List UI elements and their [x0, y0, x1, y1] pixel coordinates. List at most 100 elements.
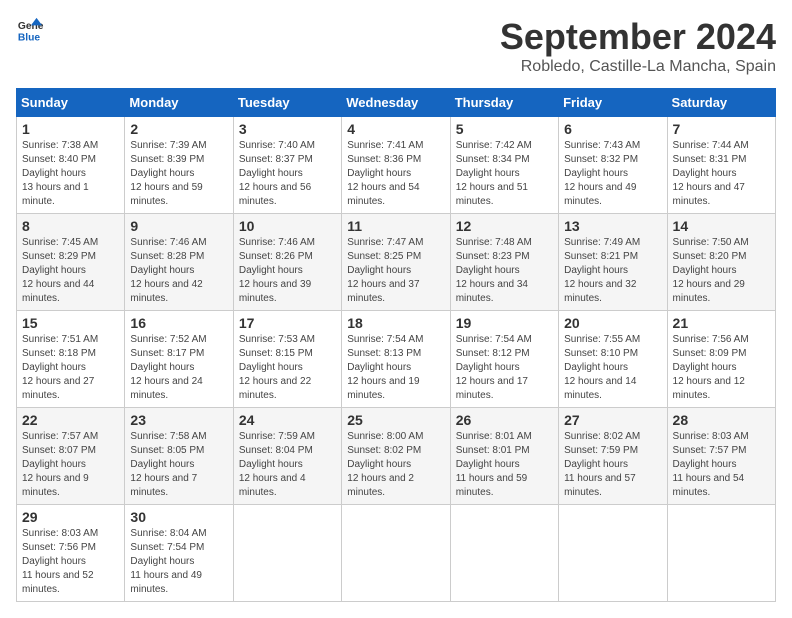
day-number: 8	[22, 218, 119, 234]
day-number: 1	[22, 121, 119, 137]
table-row: 22 Sunrise: 7:57 AM Sunset: 8:07 PM Dayl…	[17, 408, 776, 505]
list-item: 14 Sunrise: 7:50 AM Sunset: 8:20 PM Dayl…	[667, 214, 775, 311]
list-item: 17 Sunrise: 7:53 AM Sunset: 8:15 PM Dayl…	[233, 311, 341, 408]
list-item: 18 Sunrise: 7:54 AM Sunset: 8:13 PM Dayl…	[342, 311, 450, 408]
day-number: 7	[673, 121, 770, 137]
day-info: Sunrise: 7:53 AM Sunset: 8:15 PM Dayligh…	[239, 333, 336, 403]
day-info: Sunrise: 7:44 AM Sunset: 8:31 PM Dayligh…	[673, 139, 770, 209]
day-info: Sunrise: 7:49 AM Sunset: 8:21 PM Dayligh…	[564, 236, 661, 306]
day-number: 25	[347, 412, 444, 428]
list-item: 24 Sunrise: 7:59 AM Sunset: 8:04 PM Dayl…	[233, 408, 341, 505]
list-item: 10 Sunrise: 7:46 AM Sunset: 8:26 PM Dayl…	[233, 214, 341, 311]
svg-text:Blue: Blue	[18, 32, 41, 43]
day-number: 28	[673, 412, 770, 428]
day-number: 6	[564, 121, 661, 137]
list-item: 22 Sunrise: 7:57 AM Sunset: 8:07 PM Dayl…	[17, 408, 125, 505]
day-info: Sunrise: 7:48 AM Sunset: 8:23 PM Dayligh…	[456, 236, 553, 306]
day-number: 2	[130, 121, 227, 137]
day-info: Sunrise: 7:38 AM Sunset: 8:40 PM Dayligh…	[22, 139, 119, 209]
list-item: 2 Sunrise: 7:39 AM Sunset: 8:39 PM Dayli…	[125, 117, 233, 214]
day-info: Sunrise: 7:59 AM Sunset: 8:04 PM Dayligh…	[239, 430, 336, 500]
list-item: 12 Sunrise: 7:48 AM Sunset: 8:23 PM Dayl…	[450, 214, 558, 311]
day-number: 29	[22, 509, 119, 525]
day-info: Sunrise: 8:02 AM Sunset: 7:59 PM Dayligh…	[564, 430, 661, 500]
table-row: 15 Sunrise: 7:51 AM Sunset: 8:18 PM Dayl…	[17, 311, 776, 408]
day-number: 20	[564, 315, 661, 331]
day-info: Sunrise: 7:50 AM Sunset: 8:20 PM Dayligh…	[673, 236, 770, 306]
day-number: 27	[564, 412, 661, 428]
day-number: 12	[456, 218, 553, 234]
list-item: 26 Sunrise: 8:01 AM Sunset: 8:01 PM Dayl…	[450, 408, 558, 505]
day-info: Sunrise: 7:39 AM Sunset: 8:39 PM Dayligh…	[130, 139, 227, 209]
day-number: 21	[673, 315, 770, 331]
list-item	[559, 505, 667, 602]
day-number: 26	[456, 412, 553, 428]
day-number: 13	[564, 218, 661, 234]
list-item	[667, 505, 775, 602]
day-number: 17	[239, 315, 336, 331]
day-number: 10	[239, 218, 336, 234]
list-item: 15 Sunrise: 7:51 AM Sunset: 8:18 PM Dayl…	[17, 311, 125, 408]
day-info: Sunrise: 7:54 AM Sunset: 8:12 PM Dayligh…	[456, 333, 553, 403]
day-info: Sunrise: 7:42 AM Sunset: 8:34 PM Dayligh…	[456, 139, 553, 209]
col-friday: Friday	[559, 89, 667, 117]
list-item: 13 Sunrise: 7:49 AM Sunset: 8:21 PM Dayl…	[559, 214, 667, 311]
col-sunday: Sunday	[17, 89, 125, 117]
list-item: 29 Sunrise: 8:03 AM Sunset: 7:56 PM Dayl…	[17, 505, 125, 602]
table-row: 1 Sunrise: 7:38 AM Sunset: 8:40 PM Dayli…	[17, 117, 776, 214]
logo: General Blue	[16, 16, 44, 44]
header-row: Sunday Monday Tuesday Wednesday Thursday…	[17, 89, 776, 117]
day-info: Sunrise: 7:55 AM Sunset: 8:10 PM Dayligh…	[564, 333, 661, 403]
list-item: 5 Sunrise: 7:42 AM Sunset: 8:34 PM Dayli…	[450, 117, 558, 214]
location-title: Robledo, Castille-La Mancha, Spain	[500, 58, 776, 76]
day-info: Sunrise: 7:43 AM Sunset: 8:32 PM Dayligh…	[564, 139, 661, 209]
col-monday: Monday	[125, 89, 233, 117]
list-item: 7 Sunrise: 7:44 AM Sunset: 8:31 PM Dayli…	[667, 117, 775, 214]
day-info: Sunrise: 7:57 AM Sunset: 8:07 PM Dayligh…	[22, 430, 119, 500]
day-info: Sunrise: 8:03 AM Sunset: 7:56 PM Dayligh…	[22, 527, 119, 597]
list-item: 3 Sunrise: 7:40 AM Sunset: 8:37 PM Dayli…	[233, 117, 341, 214]
list-item	[342, 505, 450, 602]
title-area: September 2024 Robledo, Castille-La Manc…	[500, 16, 776, 76]
day-info: Sunrise: 8:00 AM Sunset: 8:02 PM Dayligh…	[347, 430, 444, 500]
day-info: Sunrise: 7:58 AM Sunset: 8:05 PM Dayligh…	[130, 430, 227, 500]
calendar-table: Sunday Monday Tuesday Wednesday Thursday…	[16, 88, 776, 602]
day-number: 16	[130, 315, 227, 331]
day-info: Sunrise: 7:51 AM Sunset: 8:18 PM Dayligh…	[22, 333, 119, 403]
list-item: 28 Sunrise: 8:03 AM Sunset: 7:57 PM Dayl…	[667, 408, 775, 505]
day-number: 22	[22, 412, 119, 428]
day-info: Sunrise: 7:45 AM Sunset: 8:29 PM Dayligh…	[22, 236, 119, 306]
day-number: 9	[130, 218, 227, 234]
list-item: 4 Sunrise: 7:41 AM Sunset: 8:36 PM Dayli…	[342, 117, 450, 214]
list-item: 20 Sunrise: 7:55 AM Sunset: 8:10 PM Dayl…	[559, 311, 667, 408]
day-info: Sunrise: 7:47 AM Sunset: 8:25 PM Dayligh…	[347, 236, 444, 306]
list-item: 25 Sunrise: 8:00 AM Sunset: 8:02 PM Dayl…	[342, 408, 450, 505]
col-wednesday: Wednesday	[342, 89, 450, 117]
day-info: Sunrise: 7:41 AM Sunset: 8:36 PM Dayligh…	[347, 139, 444, 209]
list-item: 6 Sunrise: 7:43 AM Sunset: 8:32 PM Dayli…	[559, 117, 667, 214]
day-number: 23	[130, 412, 227, 428]
logo-icon: General Blue	[16, 16, 44, 44]
list-item: 21 Sunrise: 7:56 AM Sunset: 8:09 PM Dayl…	[667, 311, 775, 408]
day-number: 4	[347, 121, 444, 137]
month-title: September 2024	[500, 16, 776, 58]
table-row: 29 Sunrise: 8:03 AM Sunset: 7:56 PM Dayl…	[17, 505, 776, 602]
list-item: 16 Sunrise: 7:52 AM Sunset: 8:17 PM Dayl…	[125, 311, 233, 408]
day-number: 11	[347, 218, 444, 234]
day-number: 18	[347, 315, 444, 331]
day-info: Sunrise: 7:54 AM Sunset: 8:13 PM Dayligh…	[347, 333, 444, 403]
day-number: 24	[239, 412, 336, 428]
list-item: 1 Sunrise: 7:38 AM Sunset: 8:40 PM Dayli…	[17, 117, 125, 214]
day-info: Sunrise: 7:46 AM Sunset: 8:28 PM Dayligh…	[130, 236, 227, 306]
day-info: Sunrise: 7:46 AM Sunset: 8:26 PM Dayligh…	[239, 236, 336, 306]
day-number: 14	[673, 218, 770, 234]
list-item: 8 Sunrise: 7:45 AM Sunset: 8:29 PM Dayli…	[17, 214, 125, 311]
col-thursday: Thursday	[450, 89, 558, 117]
list-item: 30 Sunrise: 8:04 AM Sunset: 7:54 PM Dayl…	[125, 505, 233, 602]
table-row: 8 Sunrise: 7:45 AM Sunset: 8:29 PM Dayli…	[17, 214, 776, 311]
list-item	[233, 505, 341, 602]
day-info: Sunrise: 8:01 AM Sunset: 8:01 PM Dayligh…	[456, 430, 553, 500]
list-item: 9 Sunrise: 7:46 AM Sunset: 8:28 PM Dayli…	[125, 214, 233, 311]
list-item: 23 Sunrise: 7:58 AM Sunset: 8:05 PM Dayl…	[125, 408, 233, 505]
day-number: 5	[456, 121, 553, 137]
